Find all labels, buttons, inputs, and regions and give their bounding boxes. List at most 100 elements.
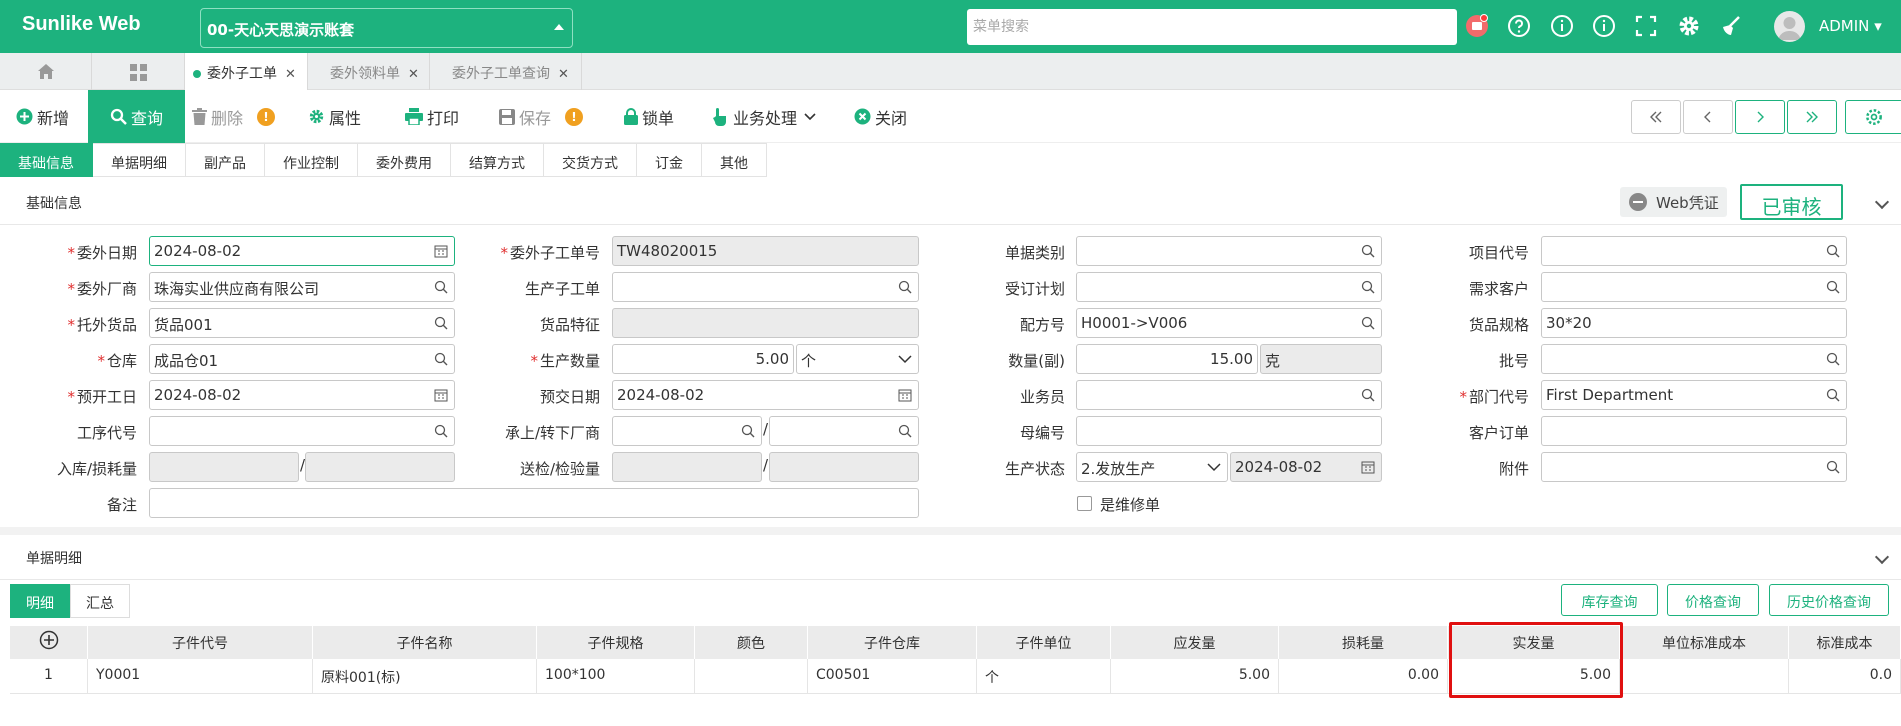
col-header[interactable]: 颜色 (695, 626, 808, 659)
col-header[interactable]: 单位标准成本 (1620, 626, 1789, 659)
warning-icon[interactable]: ! (565, 107, 584, 126)
tab-other[interactable]: 其他 (702, 143, 767, 177)
order-plan-field[interactable] (1076, 272, 1382, 302)
search-icon[interactable] (434, 316, 448, 330)
prod-unit-select[interactable]: 个 (796, 344, 919, 374)
search-icon[interactable] (434, 352, 448, 366)
search-icon[interactable] (434, 280, 448, 294)
vendor-field[interactable]: 珠海实业供应商有限公司 (149, 272, 455, 302)
prev-record-button[interactable] (1683, 100, 1733, 134)
col-header[interactable]: 应发量 (1111, 626, 1279, 659)
tab-by-products[interactable]: 副产品 (186, 143, 265, 177)
fullscreen-icon[interactable] (1634, 14, 1658, 38)
col-header[interactable]: 子件代号 (88, 626, 313, 659)
search-icon[interactable] (1826, 352, 1840, 366)
parent-no-field[interactable] (1076, 416, 1382, 446)
last-record-button[interactable] (1787, 100, 1837, 134)
save-button[interactable]: 保存! (499, 90, 584, 143)
detail-header[interactable]: 单据明细 (0, 535, 1901, 580)
warehouse-field[interactable]: 成品仓01 (149, 344, 455, 374)
about-icon[interactable] (1592, 14, 1616, 38)
properties-button[interactable]: 属性 (308, 90, 361, 143)
clear-cache-icon[interactable] (1719, 14, 1743, 38)
calendar-icon[interactable] (434, 244, 448, 258)
plan-start-field[interactable]: 2024-08-02 (149, 380, 455, 410)
calendar-icon[interactable] (898, 388, 912, 402)
table-cell[interactable]: 100*100 (537, 659, 695, 694)
apps-tab[interactable] (92, 53, 185, 90)
qty-sub-field[interactable]: 15.00 (1076, 344, 1258, 374)
tab-document-detail[interactable]: 单据明细 (93, 143, 186, 177)
table-cell[interactable]: 0.0 (1789, 659, 1901, 694)
add-button[interactable]: 新增 (16, 90, 69, 143)
goods-feature-field[interactable] (612, 308, 919, 338)
table-cell[interactable] (1620, 659, 1789, 694)
help-icon[interactable] (1507, 14, 1531, 38)
info-icon[interactable] (1550, 14, 1574, 38)
batch-field[interactable] (1541, 344, 1847, 374)
search-icon[interactable] (1826, 388, 1840, 402)
close-button[interactable]: 关闭 (854, 90, 907, 143)
tab-detail[interactable]: 明细 (10, 584, 70, 618)
menu-search-input[interactable] (967, 9, 1457, 45)
downstream-vendor-field[interactable] (769, 416, 919, 446)
col-header[interactable]: 损耗量 (1279, 626, 1448, 659)
attachment-field[interactable] (1541, 452, 1847, 482)
table-cell[interactable]: 1 (10, 659, 88, 694)
table-cell[interactable]: 0.00 (1279, 659, 1448, 694)
col-header[interactable]: 子件规格 (537, 626, 695, 659)
search-icon[interactable] (741, 424, 755, 438)
search-icon[interactable] (434, 424, 448, 438)
tab-basic-info[interactable]: 基础信息 (0, 143, 93, 177)
col-header[interactable]: 子件仓库 (808, 626, 977, 659)
search-icon[interactable] (1826, 460, 1840, 474)
col-header[interactable]: 标准成本 (1789, 626, 1901, 659)
next-record-button[interactable] (1735, 100, 1785, 134)
chevron-down-icon[interactable] (1874, 194, 1890, 210)
goods-field[interactable]: 货品001 (149, 308, 455, 338)
outsource-no-field[interactable]: TW48020015 (612, 236, 919, 266)
plan-delivery-field[interactable]: 2024-08-02 (612, 380, 919, 410)
search-icon[interactable] (1361, 280, 1375, 294)
salesman-field[interactable] (1076, 380, 1382, 410)
search-icon[interactable] (1361, 388, 1375, 402)
search-icon[interactable] (1361, 316, 1375, 330)
tab-outsource-sub-order[interactable]: 委外子工单 ✕ (185, 53, 308, 90)
print-button[interactable]: 打印 (405, 90, 459, 143)
tab-deposit[interactable]: 订金 (637, 143, 702, 177)
search-icon[interactable] (898, 424, 912, 438)
table-cell[interactable]: 原料001(标) (313, 659, 537, 694)
col-header[interactable]: 子件名称 (313, 626, 537, 659)
delete-button[interactable]: 删除! (192, 90, 276, 143)
query-button[interactable]: 查询 (88, 90, 186, 143)
search-icon[interactable] (1826, 244, 1840, 258)
search-icon[interactable] (1826, 280, 1840, 294)
close-icon[interactable]: ✕ (408, 67, 419, 82)
account-selector[interactable]: 00-天心天思演示账套 (200, 8, 573, 48)
demand-customer-field[interactable] (1541, 272, 1847, 302)
lock-button[interactable]: 锁单 (624, 90, 674, 143)
project-code-field[interactable] (1541, 236, 1847, 266)
outsource-date-field[interactable]: 2024-08-02 (149, 236, 455, 266)
table-cell[interactable]: 5.00 (1111, 659, 1279, 694)
stock-query-button[interactable]: 库存查询 (1561, 584, 1658, 616)
table-cell[interactable]: Y0001 (88, 659, 313, 694)
col-header[interactable]: 子件单位 (977, 626, 1111, 659)
tab-settlement[interactable]: 结算方式 (451, 143, 544, 177)
price-query-button[interactable]: 价格查询 (1667, 584, 1759, 616)
first-record-button[interactable] (1631, 100, 1681, 134)
tab-summary[interactable]: 汇总 (70, 584, 130, 618)
process-code-field[interactable] (149, 416, 455, 446)
upstream-vendor-field[interactable] (612, 416, 762, 446)
close-icon[interactable]: ✕ (558, 67, 569, 82)
tab-outsource-material[interactable]: 委外领料单 ✕ (308, 53, 430, 90)
tab-operation-control[interactable]: 作业控制 (265, 143, 358, 177)
calendar-icon[interactable] (434, 388, 448, 402)
dept-field[interactable]: First Department (1541, 380, 1847, 410)
table-cell[interactable]: C00501 (808, 659, 977, 694)
chevron-down-icon[interactable] (1874, 549, 1890, 565)
remark-field[interactable] (149, 488, 919, 518)
gear-icon[interactable] (1677, 14, 1701, 38)
business-dropdown[interactable]: 业务处理 (713, 90, 821, 143)
search-icon[interactable] (898, 280, 912, 294)
